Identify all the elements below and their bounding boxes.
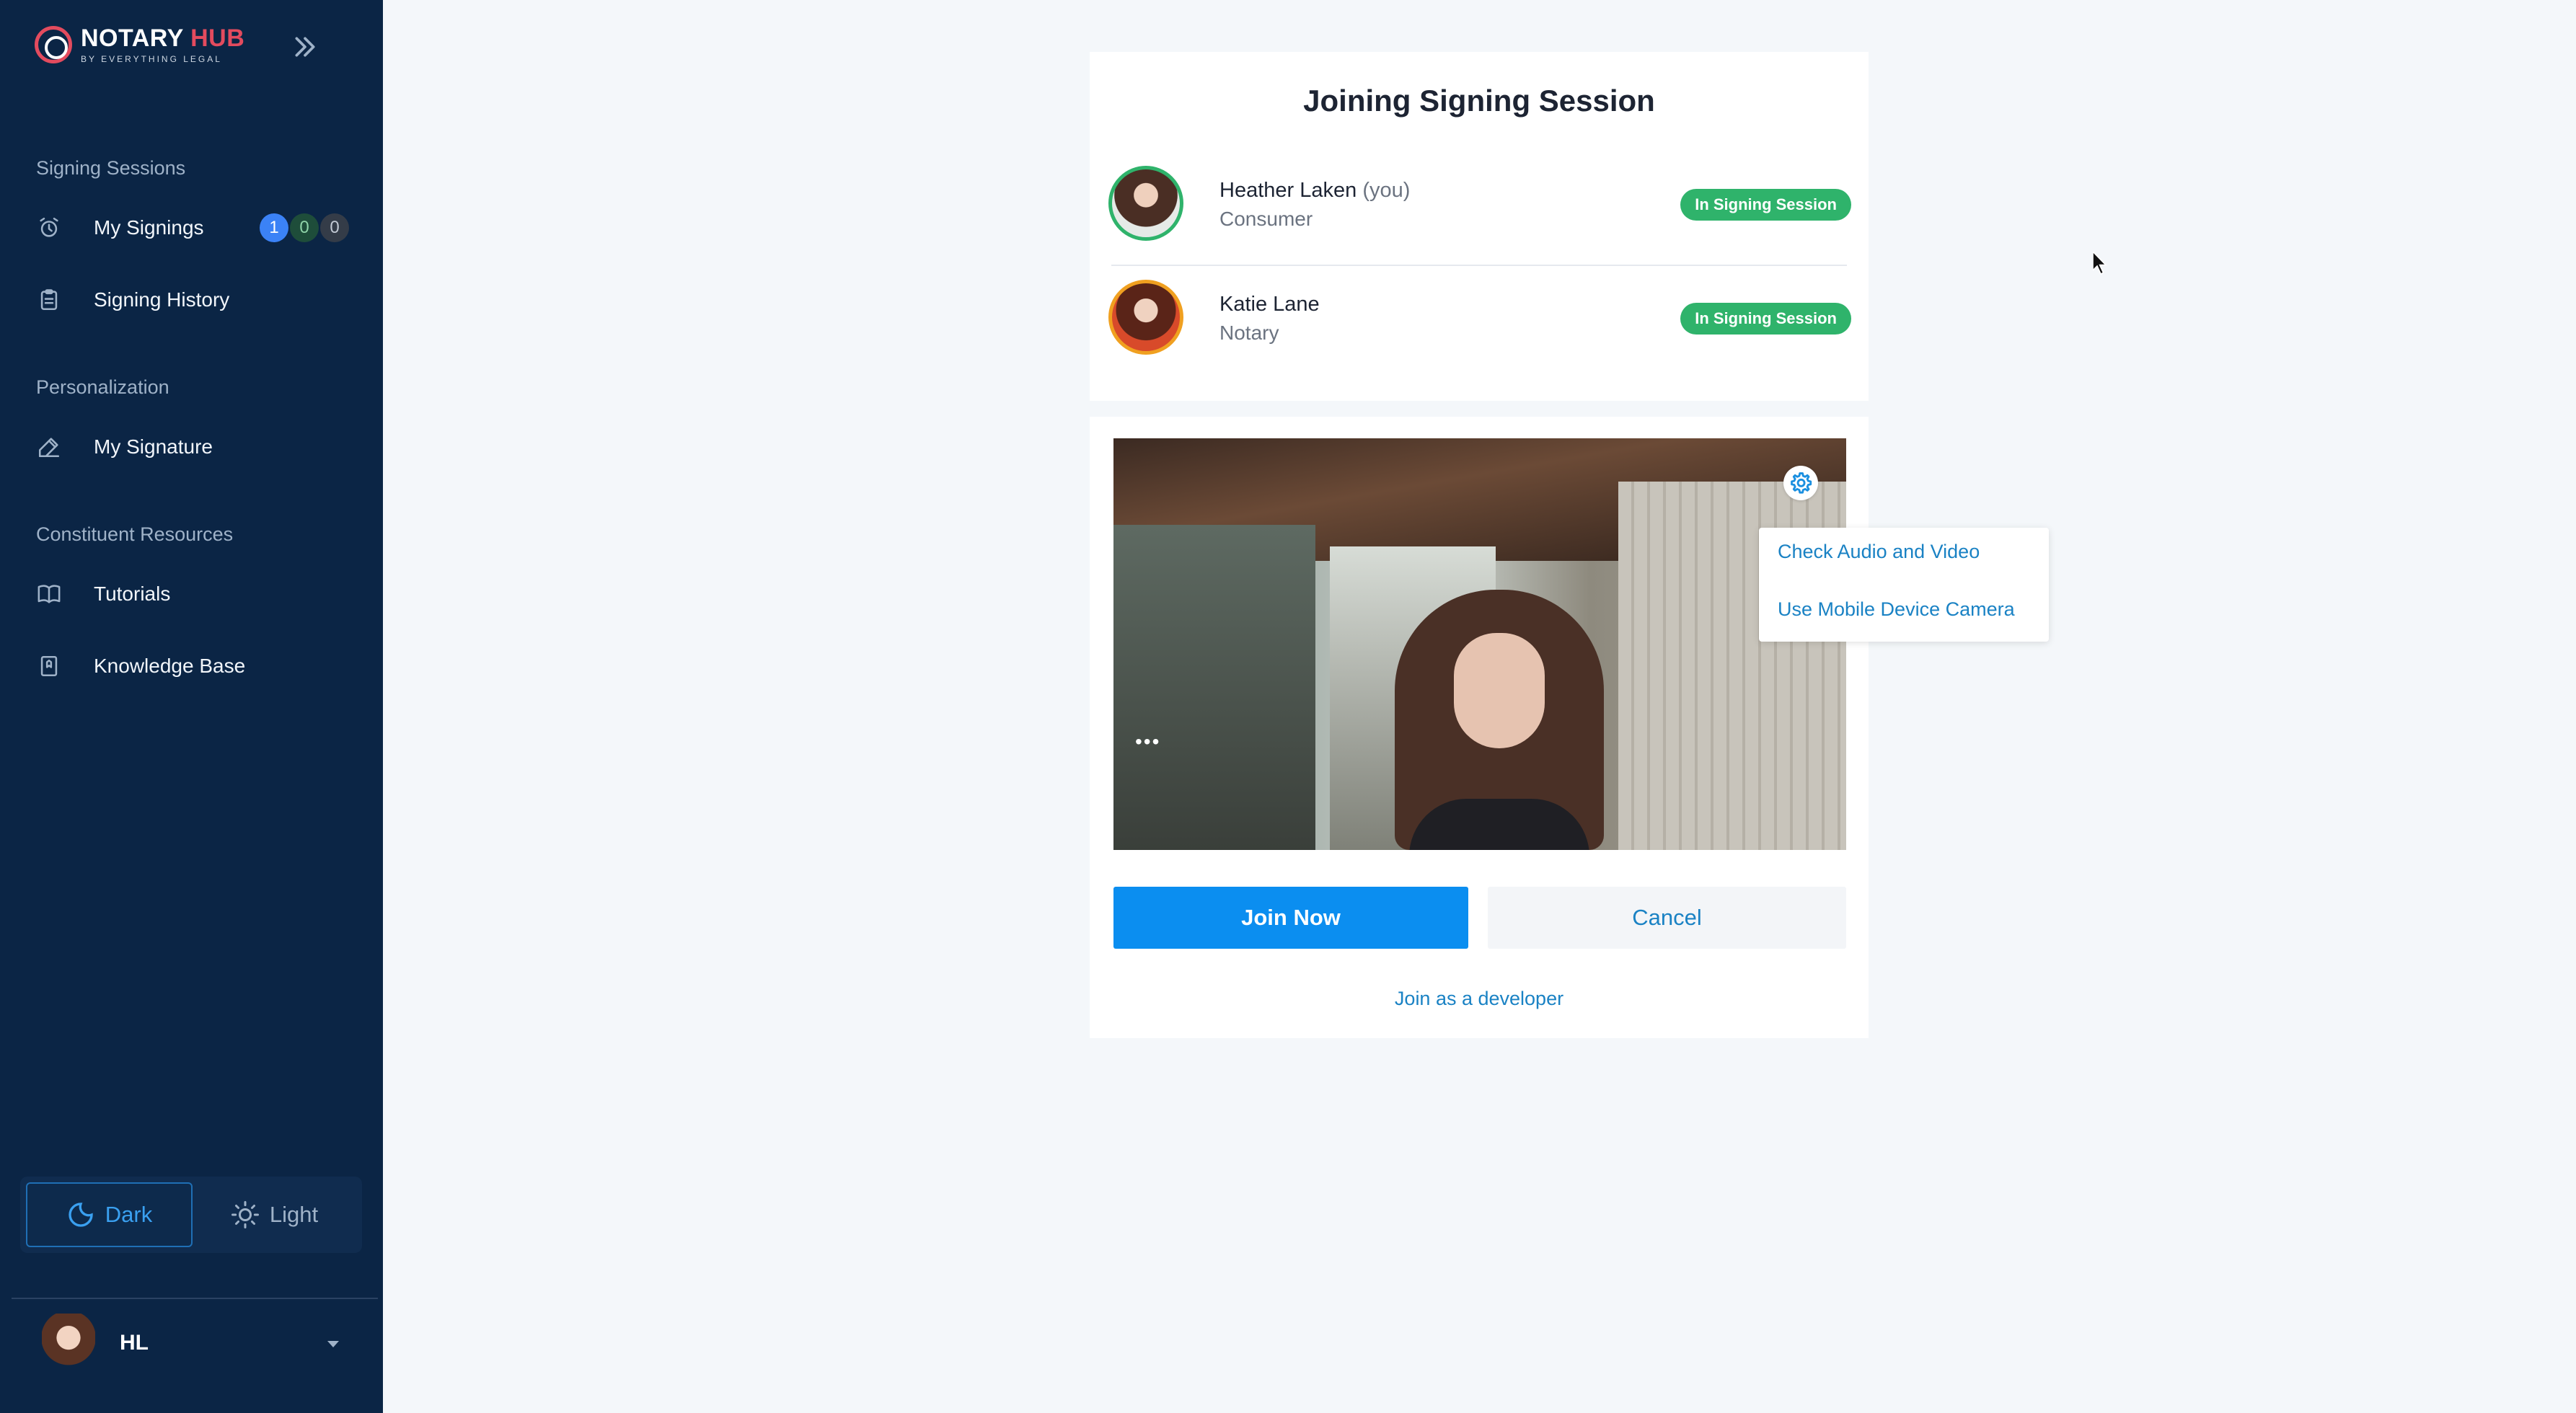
participants-card: Joining Signing Session Heather Laken (y… [1090,52,1869,401]
sidebar-item-tutorials[interactable]: Tutorials [0,565,383,623]
moon-icon [69,1202,93,1227]
participant-role: Notary [1219,322,1279,344]
user-initials: HL [120,1331,149,1355]
double-chevron-right-icon [295,37,315,57]
participant-name: Heather Laken (you) [1219,179,1411,202]
sidebar-item-label: Signing History [94,288,230,311]
avatar [42,1314,95,1374]
sidebar-item-label: Knowledge Base [94,655,246,677]
section-title-personalization: Personalization [36,376,169,398]
brand-subtitle: BY EVERYTHING LEGAL [81,54,222,64]
sidebar-item-knowledge-base[interactable]: Knowledge Base [0,637,383,695]
notary-hub-logo[interactable]: NOTARY HUB BY EVERYTHING LEGAL [35,26,244,63]
sun-icon [231,1201,259,1228]
logo-mark-icon [35,26,72,63]
join-as-developer-link[interactable]: Join as a developer [1090,988,1869,1010]
brand-accent: HUB [190,25,245,52]
status-badge: In Signing Session [1680,189,1851,221]
signing-count-badges: 1 0 0 [260,213,350,242]
theme-toggle: Dark Light [20,1177,362,1253]
video-preview-card: ••• Join Now Cancel Join as a developer [1090,417,1869,1038]
page-title: Joining Signing Session [1303,84,1655,118]
participant-role: Consumer [1219,208,1313,230]
camera-preview: ••• [1113,438,1846,850]
menu-item-use-mobile-camera[interactable]: Use Mobile Device Camera [1778,598,2015,621]
mouse-cursor-icon [2092,250,2109,280]
sidebar-item-my-signings[interactable]: My Signings 1 0 0 [0,199,383,257]
sidebar-collapse-button[interactable] [287,29,323,65]
video-settings-menu: Check Audio and Video Use Mobile Device … [1759,528,2049,642]
participant-row: Heather Laken (you) Consumer In Signing … [1108,166,1851,245]
book-icon [36,581,62,607]
theme-light-label: Light [269,1202,319,1227]
status-badge: In Signing Session [1680,303,1851,335]
theme-dark-label: Dark [105,1202,153,1227]
user-menu[interactable]: HL [0,1305,383,1413]
caret-down-icon [327,1341,339,1347]
theme-dark-button[interactable]: Dark [26,1182,193,1247]
sidebar-item-my-signature[interactable]: My Signature [0,418,383,476]
participant-you-tag: (you) [1362,179,1411,202]
alarm-clock-icon [36,215,62,241]
badge-completed-count: 0 [290,213,319,242]
section-title-signing-sessions: Signing Sessions [36,157,186,179]
join-now-button[interactable]: Join Now [1113,887,1468,949]
brand-main: NOTARY [81,25,184,52]
badge-other-count: 0 [320,213,349,242]
video-settings-button[interactable] [1783,466,1818,500]
pen-icon [36,434,62,460]
user-divider [12,1298,378,1299]
clipboard-icon [36,287,62,313]
badge-active-count: 1 [260,213,288,242]
camera-subject [1395,590,1604,850]
sidebar: NOTARY HUB BY EVERYTHING LEGAL Signing S… [0,0,383,1413]
cancel-button[interactable]: Cancel [1488,887,1846,949]
gear-icon [1791,472,1812,494]
video-overlay-dots: ••• [1135,730,1161,753]
sidebar-item-label: My Signings [94,216,204,239]
avatar [1108,280,1183,355]
sidebar-item-label: Tutorials [94,583,171,605]
sidebar-item-label: My Signature [94,435,213,458]
avatar [1108,166,1183,241]
sidebar-item-signing-history[interactable]: Signing History [0,271,383,329]
participant-row: Katie Lane Notary In Signing Session [1108,280,1851,359]
section-title-constituent-resources: Constituent Resources [36,523,234,545]
participant-name: Katie Lane [1219,293,1320,316]
theme-light-button[interactable]: Light [193,1182,356,1247]
menu-item-check-audio-video[interactable]: Check Audio and Video [1778,541,1980,563]
bookmark-icon [36,653,62,679]
participant-divider [1111,265,1847,266]
